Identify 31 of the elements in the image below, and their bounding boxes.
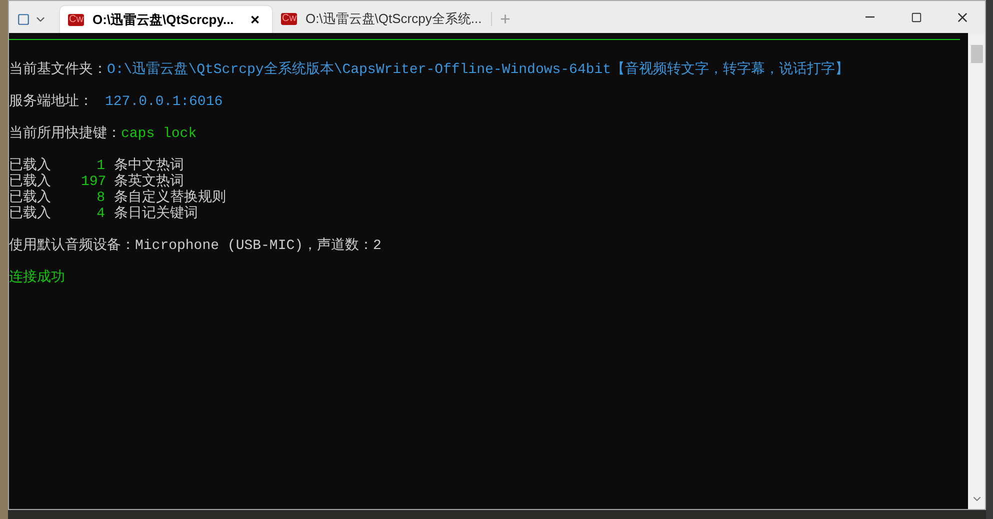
audio-device-line: 使用默认音频设备：Microphone (USB-MIC)，声道数：2 [9,238,382,254]
close-tab-button[interactable]: ✕ [246,10,264,28]
app-icon: Cw [68,14,84,26]
loaded-description: 条自定义替换规则 [114,190,226,206]
hotkey-value: caps lock [121,126,197,142]
connection-status: 连接成功 [9,270,65,286]
loaded-count: 197 [81,174,105,190]
server-label: 服务端地址： [9,94,93,110]
tab-title: O:\迅雷云盘\QtScrcpy... [92,10,235,29]
terminal-icon[interactable] [17,12,30,26]
tab-title: O:\迅雷云盘\QtScrcpy全系统... [305,10,482,28]
tab[interactable]: Cw O:\迅雷云盘\QtScrcpy... ✕ [59,5,273,33]
tab[interactable]: Cw O:\迅雷云盘\QtScrcpy全系统... [273,5,487,33]
loaded-description: 条日记关键词 [114,206,198,222]
scrollbar-thumb[interactable] [970,45,982,63]
loaded-description: 条中文热词 [114,158,184,174]
loaded-label: 已载入 [9,190,52,206]
folder-path: O:\迅雷云盘\QtScrcpy全系统版本\CapsWriter-Offline-Windows-64bit【音视频转文字，转字幕，说话打字】 [107,62,850,78]
folder-label: 当前基文件夹： [9,62,107,78]
server-address: 127.0.0.1:6016 [105,94,223,110]
loaded-label: 已载入 [9,174,52,190]
maximize-icon [910,12,922,22]
loaded-count: 4 [96,206,105,222]
loaded-count: 1 [96,158,105,174]
loaded-label: 已载入 [9,206,52,222]
hotkey-label: 当前所用快捷键： [9,126,121,142]
loaded-label: 已载入 [9,158,52,174]
scrollbar[interactable] [968,33,985,509]
loaded-description: 条英文热词 [114,174,184,190]
app-icon: Cw [281,13,298,25]
loaded-count: 8 [96,190,105,206]
